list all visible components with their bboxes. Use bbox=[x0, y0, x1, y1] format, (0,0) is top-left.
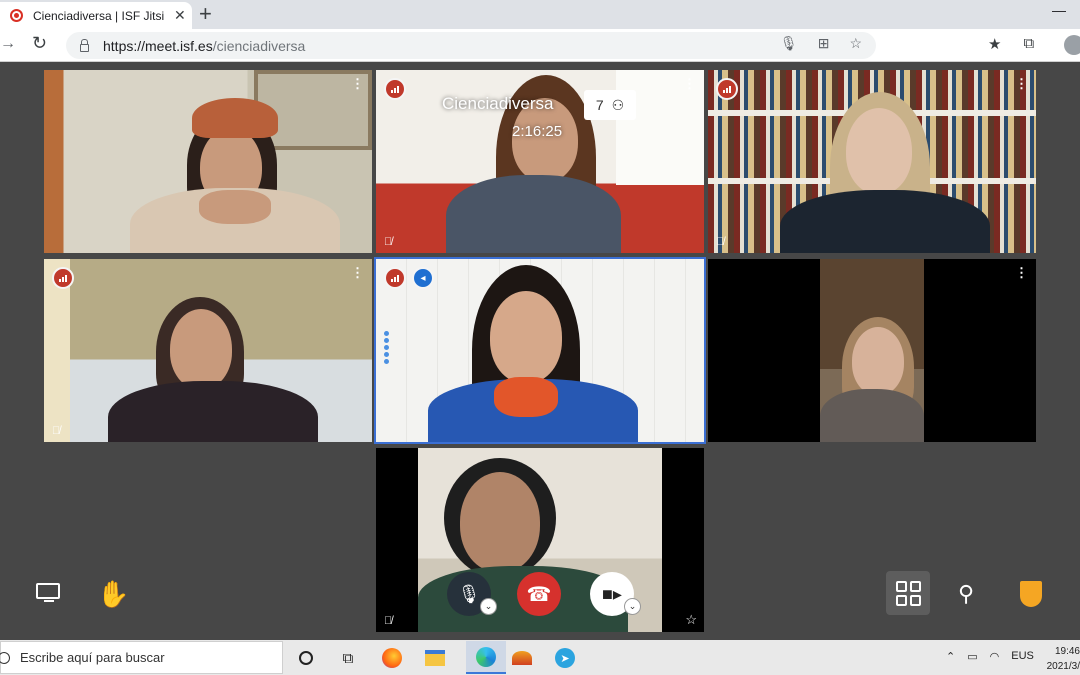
tile-menu-icon[interactable]: ⋮ bbox=[683, 76, 696, 92]
file-explorer-icon[interactable] bbox=[423, 646, 447, 670]
tile-menu-icon[interactable]: ⋮ bbox=[351, 76, 364, 92]
minimize-window-button[interactable]: — bbox=[1052, 2, 1066, 18]
clock-time: 19:46 bbox=[1054, 646, 1080, 657]
connection-indicator-icon[interactable] bbox=[52, 267, 74, 289]
audio-settings-chevron-icon[interactable]: ⌄ bbox=[480, 598, 497, 615]
chevron-up-icon[interactable]: ⌃ bbox=[946, 650, 955, 663]
participant-tile-6[interactable]: ⋮ bbox=[708, 259, 1036, 442]
cortana-icon[interactable] bbox=[294, 646, 318, 670]
invite-people-icon[interactable]: ⚲ bbox=[958, 581, 974, 607]
app-icon[interactable] bbox=[510, 646, 534, 670]
meeting-timer: 2:16:25 bbox=[512, 123, 563, 140]
connection-indicator-icon[interactable] bbox=[384, 78, 406, 100]
muted-mic-icon: 🎙̸ bbox=[716, 236, 725, 248]
recording-icon bbox=[10, 9, 23, 22]
telegram-icon[interactable]: ➤ bbox=[553, 646, 577, 670]
connection-indicator-icon[interactable] bbox=[384, 267, 406, 289]
add-favorite-icon[interactable]: ☆ bbox=[849, 35, 862, 52]
tile-menu-icon[interactable]: ⋮ bbox=[1015, 265, 1028, 281]
video-settings-chevron-icon[interactable]: ⌄ bbox=[624, 598, 641, 615]
muted-mic-icon: 🎙̸ bbox=[384, 615, 393, 627]
url-path: /cienciadiversa bbox=[212, 37, 306, 54]
new-tab-button[interactable]: + bbox=[199, 2, 212, 26]
tile-menu-icon[interactable]: ⋮ bbox=[1015, 76, 1028, 92]
screen-share-button[interactable] bbox=[36, 583, 62, 603]
search-placeholder: Escribe aquí para buscar bbox=[20, 650, 165, 665]
conference-title: Cienciadiversa bbox=[442, 94, 554, 113]
browser-tab[interactable]: Cienciadiversa | ISF Jitsi Meet ✕ bbox=[0, 2, 192, 29]
battery-icon[interactable]: ▭ bbox=[967, 650, 977, 663]
pin-star-icon[interactable]: ☆ bbox=[685, 612, 697, 628]
participant-tile-5-active[interactable]: ◂ bbox=[374, 257, 706, 444]
participant-tile-3[interactable]: ⋮ 🎙̸ bbox=[708, 70, 1036, 253]
video-camera-icon: ■▸ bbox=[602, 583, 622, 604]
tile-menu-icon[interactable]: ⋮ bbox=[351, 265, 364, 281]
tab-title: Cienciadiversa | ISF Jitsi Meet bbox=[33, 8, 166, 23]
tile-view-button[interactable] bbox=[886, 571, 930, 615]
raise-hand-button[interactable]: ✋ bbox=[97, 579, 129, 610]
close-tab-icon[interactable]: ✕ bbox=[174, 7, 186, 24]
wifi-icon[interactable]: ◠ bbox=[990, 650, 1000, 663]
url-field[interactable]: https://meet.isf.es/cienciadiversa 🎙 ⊞ ☆ bbox=[66, 32, 876, 59]
participants-icon: ⚇ bbox=[611, 96, 625, 113]
apps-icon[interactable]: ⊞ bbox=[818, 35, 830, 52]
participant-tile-4[interactable]: ⋮ 🎙̸ bbox=[44, 259, 372, 442]
edge-icon[interactable] bbox=[466, 641, 506, 674]
windows-taskbar: Escribe aquí para buscar ⧉ ➤ ⌃ ▭ ◠ EUS 1… bbox=[0, 640, 1080, 675]
microphone-icon[interactable]: 🎙 bbox=[780, 35, 798, 52]
hangup-button[interactable]: ☎ bbox=[517, 572, 561, 616]
address-bar-row: → ↻ https://meet.isf.es/cienciadiversa 🎙… bbox=[0, 29, 1080, 62]
browser-tab-strip: Cienciadiversa | ISF Jitsi Meet ✕ + — bbox=[0, 0, 1080, 29]
participant-count: 7 bbox=[595, 97, 604, 113]
muted-mic-icon: 🎙̸ bbox=[52, 425, 61, 437]
phone-icon: ☎ bbox=[526, 583, 552, 606]
lock-icon bbox=[80, 38, 89, 52]
muted-mic-icon: 🎙 bbox=[457, 583, 481, 604]
url-host: https://meet.isf.es bbox=[103, 37, 213, 54]
audio-level-indicator bbox=[384, 331, 390, 364]
participant-count-button[interactable]: 7 ⚇ bbox=[584, 90, 636, 120]
connection-indicator-icon[interactable] bbox=[716, 78, 738, 100]
reload-icon[interactable]: ↻ bbox=[32, 33, 47, 54]
collections-icon[interactable]: ⧉ bbox=[1023, 35, 1034, 53]
security-shield-icon[interactable] bbox=[1020, 581, 1042, 607]
firefox-icon[interactable] bbox=[380, 646, 404, 670]
favorites-icon[interactable]: ★ bbox=[988, 35, 1001, 53]
task-view-icon[interactable]: ⧉ bbox=[336, 646, 360, 670]
clock-date: 2021/3/ bbox=[1046, 661, 1080, 672]
profile-avatar[interactable] bbox=[1064, 35, 1080, 55]
participant-tile-1[interactable]: ⋮ bbox=[44, 70, 372, 253]
muted-mic-icon: 🎙̸ bbox=[384, 236, 393, 248]
back-arrow-icon[interactable]: → bbox=[0, 35, 16, 53]
system-tray: ⌃ ▭ ◠ EUS bbox=[946, 650, 1034, 663]
meeting-stage: ⋮ ⋮ 🎙̸ ⋮ 🎙̸ ⋮ 🎙̸ ◂ ⋮ 🎙̸ ☆ Cienciadiversa… bbox=[0, 62, 1080, 640]
taskbar-clock[interactable]: 19:46 2021/3/ bbox=[1042, 644, 1080, 674]
taskbar-search-input[interactable]: Escribe aquí para buscar bbox=[0, 641, 283, 674]
input-language[interactable]: EUS bbox=[1011, 650, 1034, 663]
search-icon bbox=[0, 651, 10, 664]
dominant-speaker-icon: ◂ bbox=[412, 267, 434, 289]
